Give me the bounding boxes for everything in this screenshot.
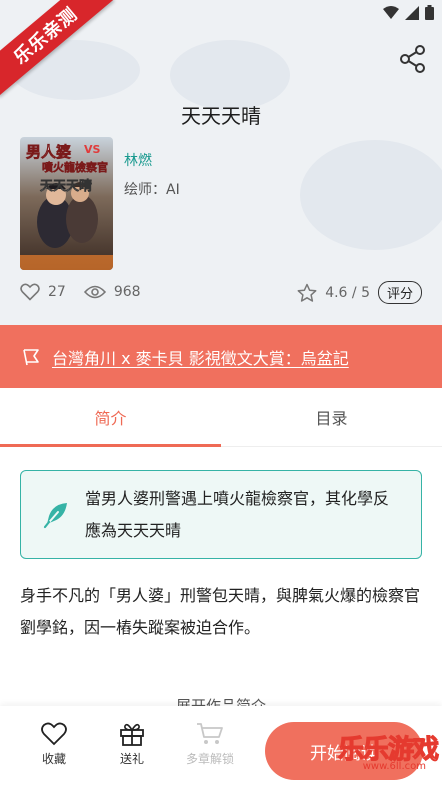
heart-icon — [41, 722, 67, 746]
share-icon[interactable] — [398, 44, 428, 74]
book-title: 天天天晴 — [181, 104, 261, 128]
tab-catalog[interactable]: 目录 — [221, 388, 442, 446]
watermark-url: www.6ll.com — [362, 761, 426, 772]
rating-score: 4.6 / 5 — [325, 284, 370, 301]
tab-intro[interactable]: 简介 — [0, 388, 221, 446]
book-stats: 27 968 — [20, 283, 159, 301]
gift-label: 送礼 — [119, 752, 144, 766]
site-watermark: 乐乐游戏 www.6ll.com — [320, 729, 439, 779]
views-stat: 968 — [83, 284, 141, 300]
cover-title-line3: 天天天晴 — [40, 179, 93, 195]
feather-icon — [43, 502, 67, 528]
eye-icon — [83, 285, 106, 299]
views-count: 968 — [113, 284, 141, 300]
multi-unlock-button[interactable]: 多章解锁 — [180, 722, 240, 767]
book-cover[interactable]: 男人婆 VS 噴火龍檢察官 天天天晴 — [20, 137, 113, 270]
tagline-box: 當男人婆刑警遇上噴火龍檢察官，其化學反應為天天天晴 — [20, 470, 422, 559]
rate-button[interactable]: 评分 — [377, 281, 422, 304]
artist-label: 绘师：AI — [124, 182, 180, 198]
tagline-text: 當男人婆刑警遇上噴火龍檢察官，其化學反應為天天天晴 — [85, 488, 390, 540]
wifi-icon — [383, 5, 399, 19]
gift-icon — [120, 723, 144, 746]
favorite-label: 收藏 — [41, 752, 66, 766]
battery-icon — [425, 5, 434, 20]
background-cloud — [300, 140, 442, 250]
cart-icon — [197, 723, 223, 744]
bottom-action-bar: 收藏 送礼 多章解锁 开始阅读 乐乐游戏 www.6ll.com — [0, 706, 442, 785]
cover-vs: VS — [84, 143, 101, 156]
author-link[interactable]: 林燃 — [124, 150, 152, 170]
cover-title-line2: 噴火龍檢察官 — [42, 161, 109, 175]
rating-area: 4.6 / 5 评分 — [297, 281, 422, 304]
active-tab-indicator — [0, 444, 221, 447]
star-icon — [297, 283, 317, 302]
tab-bar: 简介 目录 — [0, 388, 442, 447]
flag-icon — [23, 348, 39, 365]
likes-count: 27 — [48, 284, 66, 300]
gift-button[interactable]: 送礼 — [102, 722, 162, 767]
event-banner-text: 台灣角川 x 麥卡貝 影視徵文大賞：烏盆記 — [52, 348, 349, 368]
signal-icon — [405, 5, 419, 20]
book-header: 天天天晴 男人婆 VS 噴火龍檢察官 天天天晴 林燃 绘师：AI 27 968 … — [0, 0, 442, 325]
synopsis-text: 身手不凡的「男人婆」刑警包天晴，與脾氣火爆的檢察官劉學銘，因一樁失蹤案被迫合作。 — [20, 586, 421, 637]
event-banner[interactable]: 台灣角川 x 麥卡貝 影視徵文大賞：烏盆記 — [0, 325, 442, 388]
favorite-button[interactable]: 收藏 — [24, 722, 84, 767]
heart-icon — [20, 283, 40, 301]
multi-unlock-label: 多章解锁 — [185, 752, 234, 766]
likes-stat[interactable]: 27 — [20, 283, 66, 301]
